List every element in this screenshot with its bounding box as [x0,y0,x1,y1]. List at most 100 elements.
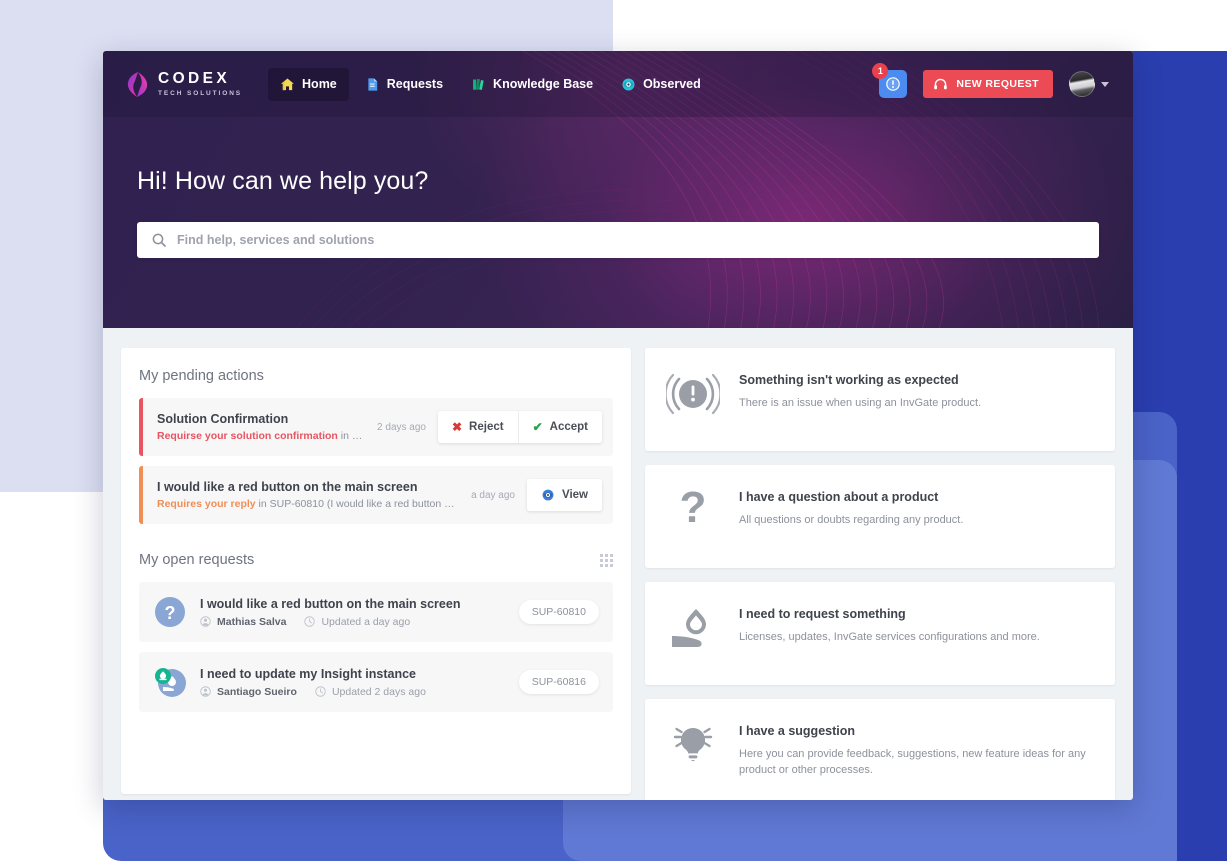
check-icon: ✔ [532,420,543,434]
open-request-body: I need to update my Insight instance San… [200,667,506,698]
left-column: My pending actions Solution Confirmation… [121,348,631,794]
category-card-issue[interactable]: Something isn't working as expected Ther… [645,348,1115,451]
open-request-id: SUP-60816 [518,670,599,694]
nav-label-home: Home [302,77,337,91]
open-request-body: I would like a red button on the main sc… [200,597,506,628]
open-request-meta: Mathias Salva Updated a day ago [200,616,506,628]
home-icon [281,78,294,90]
open-request-user: Mathias Salva [217,615,287,628]
reject-button[interactable]: ✖ Reject [437,411,518,443]
cross-icon: ✖ [451,420,463,434]
hand-request-icon [665,604,721,652]
person-icon [200,686,211,697]
pending-action-status: Requirse your solution confirmation [157,430,338,442]
nav-item-home[interactable]: Home [268,67,349,101]
eye-icon [542,489,554,501]
alert-bell-icon [886,77,901,91]
accept-label: Accept [549,421,588,433]
search-box[interactable] [137,222,1099,258]
category-text: Something isn't working as expected Ther… [739,370,981,412]
question-mark-icon: ? [665,487,721,535]
open-request-id: SUP-60810 [518,600,599,624]
accept-button[interactable]: ✔ Accept [517,411,602,443]
hero-banner: CODEX TECH SOLUTIONS Home Requests Knowl… [103,51,1133,328]
nav-item-knowledge-base[interactable]: Knowledge Base [459,68,605,101]
pending-action-card[interactable]: I would like a red button on the main sc… [139,466,613,524]
category-description: Here you can provide feedback, suggestio… [739,748,1086,776]
category-description: All questions or doubts regarding any pr… [739,514,964,526]
question-avatar-icon: ? [153,595,187,629]
top-navigation-bar: CODEX TECH SOLUTIONS Home Requests Knowl… [103,51,1133,117]
svg-text:?: ? [680,488,707,532]
category-text: I have a question about a product All qu… [739,487,963,529]
lightbulb-icon [665,721,721,769]
notifications[interactable]: 1 [872,63,908,98]
codex-logo-icon [127,71,148,97]
open-requests-header: My open requests [139,552,613,568]
svg-text:?: ? [165,603,176,623]
main-nav: Home Requests Knowledge Base Observed [268,67,713,101]
category-card-suggestion[interactable]: I have a suggestion Here you can provide… [645,699,1115,800]
pending-actions-header: My pending actions [139,368,613,384]
search-input[interactable] [177,233,1085,247]
category-title: I have a suggestion [739,724,856,738]
main-content: My pending actions Solution Confirmation… [103,328,1133,800]
grid-view-icon[interactable] [600,553,613,567]
new-request-button[interactable]: NEW REQUEST [923,70,1053,98]
pending-action-body: I would like a red button on the main sc… [157,480,459,510]
application-window: CODEX TECH SOLUTIONS Home Requests Knowl… [103,51,1133,800]
category-title: I have a question about a product [739,490,939,504]
brand-tagline: TECH SOLUTIONS [158,89,243,97]
pending-action-buttons: View [527,479,602,511]
hand-request-avatar-icon [153,665,187,699]
pending-action-card[interactable]: Solution Confirmation Requirse your solu… [139,398,613,456]
alert-broadcast-icon [665,370,721,418]
pending-action-title: Solution Confirmation [157,412,289,426]
pending-action-time: 2 days ago [377,421,426,433]
category-title: Something isn't working as expected [739,373,959,387]
brand-logo[interactable]: CODEX TECH SOLUTIONS [126,71,242,98]
category-text: I have a suggestion Here you can provide… [739,721,1089,779]
pending-action-context: in SUP-60810 (I would like a red button … [258,498,460,510]
pending-action-title: I would like a red button on the main sc… [157,480,418,494]
books-icon [473,78,484,90]
pending-action-context: in SUP-608... [340,430,366,442]
category-text: I need to request something Licenses, up… [739,604,1040,646]
open-request-meta: Santiago Sueiro Updated 2 days ago [200,686,506,698]
view-label: View [562,489,588,501]
brand-name: CODEX [158,70,231,88]
pending-action-time: a day ago [471,489,515,501]
open-request-updated: Updated 2 days ago [331,685,426,698]
pending-action-body: Solution Confirmation Requirse your solu… [157,412,365,442]
category-description: There is an issue when using an InvGate … [739,397,982,409]
reject-label: Reject [469,421,504,433]
view-button[interactable]: View [527,479,602,511]
pending-action-subtitle: Requires your reply in SUP-60810 (I woul… [157,498,459,510]
clock-icon [315,686,326,697]
pending-actions-title: My pending actions [139,368,264,384]
nav-item-requests[interactable]: Requests [353,68,455,101]
category-description: Licenses, updates, InvGate services conf… [739,631,1040,643]
open-request-row[interactable]: ? I would like a red button on the main … [139,582,613,642]
user-avatar [1069,71,1095,97]
headset-icon [934,78,948,89]
clock-icon [304,616,316,627]
topbar-actions: 1 NEW REQUEST [872,63,1109,98]
nav-label-requests: Requests [386,77,444,91]
category-card-question[interactable]: ? I have a question about a product All … [645,465,1115,568]
pending-action-subtitle: Requirse your solution confirmation in S… [157,430,365,442]
document-icon [368,77,377,91]
new-request-label: NEW REQUEST [956,78,1039,90]
search-icon [152,233,166,247]
pending-action-buttons: ✖ Reject ✔ Accept [437,411,602,443]
nav-item-observed[interactable]: Observed [609,68,713,101]
category-card-request[interactable]: I need to request something Licenses, up… [645,582,1115,685]
chevron-down-icon [1101,81,1109,87]
open-request-title: I need to update my Insight instance [200,666,417,681]
open-request-row[interactable]: I need to update my Insight instance San… [139,652,613,712]
category-title: I need to request something [739,607,906,621]
user-menu[interactable] [1069,71,1109,97]
open-request-user: Santiago Sueiro [217,685,297,698]
nav-label-observed: Observed [643,77,701,91]
right-column: Something isn't working as expected Ther… [645,348,1115,800]
